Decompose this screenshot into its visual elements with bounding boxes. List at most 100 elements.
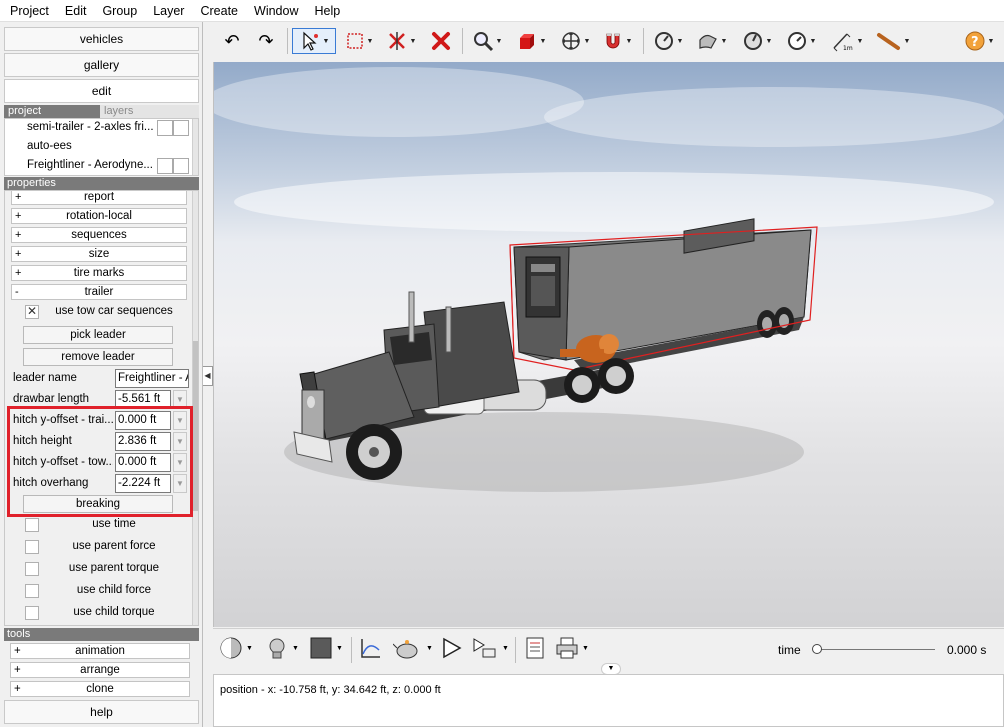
prop-group-label: sequences [71, 229, 127, 241]
menu-window[interactable]: Window [246, 1, 306, 21]
tool-group-animation[interactable]: + animation [10, 643, 190, 659]
time-slider-track[interactable] [815, 649, 935, 650]
toolbar-separator [351, 637, 352, 663]
prop-group-trailer[interactable]: - trailer [11, 284, 187, 300]
scrollbar-thumb[interactable] [193, 341, 198, 511]
menu-edit[interactable]: Edit [57, 1, 95, 21]
list-item[interactable]: Freightliner - Aerodyne... [5, 157, 190, 175]
toolbar-separator [462, 28, 463, 54]
project-item-label: semi-trailer - 2-axles fri... [27, 121, 154, 133]
dial-button[interactable]: ▼ [739, 28, 775, 54]
add-cube-button[interactable]: ▼ [513, 28, 549, 54]
redo-button[interactable]: ↷ [253, 28, 279, 54]
gauge-button[interactable]: ▼ [650, 28, 686, 54]
lock-checkbox[interactable] [173, 158, 189, 174]
use-parent-force-row[interactable]: use parent force [21, 539, 181, 557]
time-value: 0.000 s [947, 643, 987, 657]
help-toolbar-button[interactable]: ? ▼ [961, 28, 997, 54]
camera-view-button[interactable]: ▼ [265, 635, 299, 661]
graph-button[interactable] [359, 635, 383, 661]
box-select-button[interactable]: ▼ [341, 28, 377, 54]
use-child-force-row[interactable]: use child force [21, 583, 181, 601]
edit-button[interactable]: edit [4, 79, 199, 103]
scissors-icon [388, 32, 405, 50]
vehicles-button[interactable]: vehicles [4, 27, 199, 51]
menu-project[interactable]: Project [2, 1, 57, 21]
remove-leader-button[interactable]: remove leader [23, 348, 173, 366]
time-slider-thumb[interactable] [812, 644, 822, 654]
sound-button[interactable]: ▼ [393, 635, 433, 661]
use-child-torque-checkbox[interactable] [25, 606, 39, 620]
bottom-toolbar: ▼ ▼ ▼ ▼ ▼ ▼ time 0.000 s ▼ [213, 628, 1004, 675]
measure-button[interactable]: 1m ▼ [827, 28, 867, 54]
chevron-down-icon: ▼ [502, 644, 509, 652]
expand-toggle: + [15, 191, 22, 203]
delete-button[interactable] [427, 28, 455, 54]
list-item[interactable]: auto-ees [5, 138, 190, 156]
prop-group-size[interactable]: + size [11, 246, 187, 262]
use-child-force-label: use child force [76, 584, 152, 596]
print-button[interactable]: ▼ [555, 635, 589, 661]
undo-button[interactable]: ↶ [219, 28, 245, 54]
pick-leader-button[interactable]: pick leader [23, 326, 173, 344]
list-item[interactable]: semi-trailer - 2-axles fri... [5, 119, 190, 137]
move-tool-button[interactable]: ▼ [557, 28, 593, 54]
color-button[interactable]: ▼ [309, 635, 343, 661]
speedometer-button[interactable]: ▼ [783, 28, 819, 54]
tool-group-arrange[interactable]: + arrange [10, 662, 190, 678]
prop-group-report[interactable]: + report [11, 191, 187, 205]
project-tabs: project layers [4, 105, 199, 118]
visibility-checkbox[interactable] [157, 120, 173, 136]
select-tool-button[interactable]: ▼ [292, 28, 336, 54]
visibility-checkbox[interactable] [157, 158, 173, 174]
toolbar-separator [287, 28, 288, 54]
tools-header: tools [4, 628, 199, 641]
prop-group-tire-marks[interactable]: + tire marks [11, 265, 187, 281]
use-tow-car-sequences-checkbox[interactable] [25, 304, 39, 319]
prop-group-rotation-local[interactable]: + rotation-local [11, 208, 187, 224]
bar-tool-button[interactable]: ▼ [873, 28, 913, 54]
use-tow-car-sequences-row[interactable]: use tow car sequences [21, 304, 181, 322]
tab-project[interactable]: project [4, 105, 100, 118]
marquee-icon [346, 33, 363, 49]
use-child-force-checkbox[interactable] [25, 584, 39, 598]
cut-tool-button[interactable]: ▼ [383, 28, 419, 54]
gallery-button[interactable]: gallery [4, 53, 199, 77]
left-panel: vehicles gallery edit project layers sem… [0, 22, 203, 727]
use-parent-torque-checkbox[interactable] [25, 562, 39, 576]
chevron-down-icon: ▼ [409, 37, 417, 45]
menu-group[interactable]: Group [94, 1, 145, 21]
use-time-checkbox[interactable] [25, 518, 39, 532]
undo-icon: ↶ [224, 31, 240, 51]
3d-viewport[interactable] [213, 62, 1004, 627]
tab-layers[interactable]: layers [100, 105, 199, 118]
playlist-button[interactable]: ▼ [471, 635, 509, 661]
play-button[interactable] [439, 635, 463, 661]
playlist-icon [473, 638, 496, 658]
prop-group-sequences[interactable]: + sequences [11, 227, 187, 243]
chevron-down-icon: ▼ [495, 37, 503, 45]
surface-button[interactable]: ▼ [694, 28, 730, 54]
drawbar-length-label: drawbar length [13, 393, 90, 405]
collapse-panel-arrow-icon[interactable]: ◀ [203, 366, 213, 386]
use-parent-torque-row[interactable]: use parent torque [21, 561, 181, 579]
menu-create[interactable]: Create [192, 1, 246, 21]
menu-layer[interactable]: Layer [145, 1, 192, 21]
lock-checkbox[interactable] [173, 120, 189, 136]
time-label: time [778, 643, 801, 657]
shading-button[interactable]: ▼ [219, 635, 253, 661]
tool-group-clone[interactable]: + clone [10, 681, 190, 697]
zoom-button[interactable]: ▼ [468, 28, 506, 54]
report-button[interactable] [523, 635, 547, 661]
head-icon [269, 638, 285, 659]
use-child-torque-row[interactable]: use child torque [21, 605, 181, 623]
magnet-button[interactable]: ▼ [599, 28, 635, 54]
project-list-scrollbar[interactable] [192, 119, 198, 175]
menu-help[interactable]: Help [306, 1, 348, 21]
redo-icon: ↷ [258, 31, 274, 51]
help-button[interactable]: help [4, 700, 199, 724]
leader-name-field[interactable]: Freightliner - A [115, 369, 189, 388]
expand-toggle: + [15, 210, 22, 222]
use-parent-force-checkbox[interactable] [25, 540, 39, 554]
use-time-row[interactable]: use time [21, 517, 181, 535]
